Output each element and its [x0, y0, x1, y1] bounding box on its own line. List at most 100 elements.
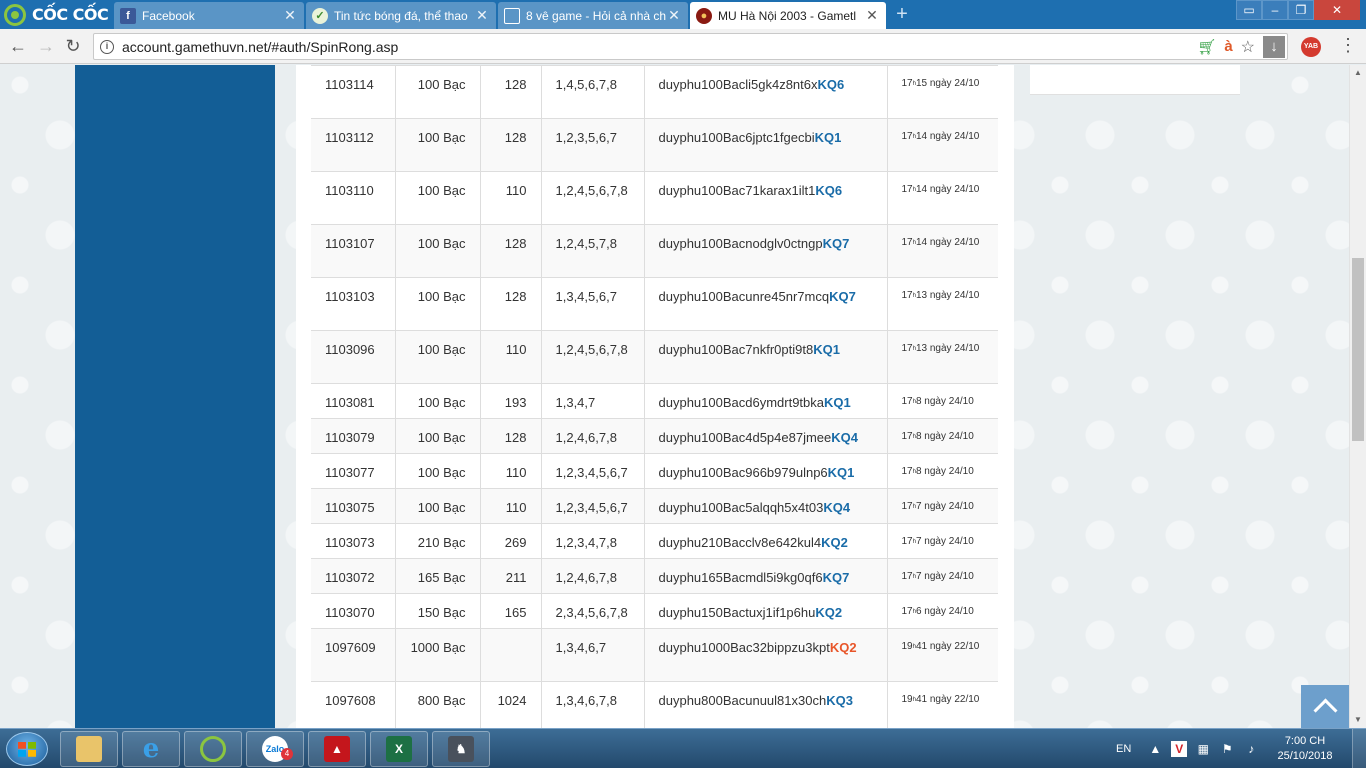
- time-hour: 17: [901, 606, 913, 617]
- spin-history-table: 1103114 100 Bạc 128 1,4,5,6,7,8 duyphu100Bac…: [311, 65, 998, 728]
- menu-icon[interactable]: ⋮: [1338, 35, 1358, 56]
- reload-icon[interactable]: ↻: [62, 35, 84, 57]
- amount-cell: 150 Bạc: [394, 593, 480, 629]
- coccoc-logo-icon: [4, 3, 26, 26]
- yab-extension-icon[interactable]: YAB: [1301, 37, 1321, 57]
- taskbar-coccoc[interactable]: [184, 731, 242, 767]
- time-hour: 17: [901, 466, 913, 477]
- time-hour: 17: [901, 396, 913, 407]
- show-desktop-button[interactable]: [1352, 729, 1366, 768]
- result-link[interactable]: KQ2: [815, 605, 842, 620]
- internet-explorer-icon: e: [142, 734, 160, 764]
- close-tab-icon[interactable]: ✕: [864, 7, 880, 24]
- time-rest: 41 ngày 22/10: [915, 641, 980, 652]
- page-viewport: 1103114 100 Bạc 128 1,4,5,6,7,8 duyphu100Bac…: [0, 65, 1349, 728]
- result-link[interactable]: KQ1: [828, 465, 855, 480]
- result-link[interactable]: KQ6: [815, 183, 842, 198]
- result-link[interactable]: KQ3: [826, 693, 853, 708]
- clock-date: 25/10/2018: [1277, 750, 1333, 762]
- folder-icon: [76, 736, 102, 762]
- site-info-icon[interactable]: i: [100, 39, 114, 54]
- user-switch-icon[interactable]: ▭: [1236, 0, 1262, 20]
- system-clock[interactable]: 7:00 CH 25/10/2018: [1270, 734, 1340, 764]
- scroll-up-arrow-icon[interactable]: ▲: [1350, 65, 1366, 81]
- spin-code-cell: duyphu150Bactuxj1if1p6huKQ2: [643, 593, 887, 629]
- selection-cell: 1,2,4,6,7,8: [540, 558, 644, 594]
- scroll-to-top-button[interactable]: [1301, 685, 1349, 728]
- coccoc-logo[interactable]: CỐC CỐC: [0, 0, 110, 29]
- start-button[interactable]: [6, 732, 48, 766]
- translate-icon[interactable]: à: [1224, 38, 1232, 55]
- taskbar-mu-game[interactable]: ♞: [432, 731, 490, 767]
- taskbar-autocad[interactable]: ▲: [308, 731, 366, 767]
- time-cell: 17h14 ngày 24/10: [886, 224, 998, 278]
- notification-badge: 4: [281, 748, 293, 760]
- transaction-id-cell: 1103081: [311, 383, 395, 419]
- spin-code-text: duyphu100Bac4d5p4e87jmee: [658, 430, 832, 445]
- amount-cell: 100 Bạc: [394, 418, 480, 454]
- time-cell: 17h7 ngày 24/10: [886, 488, 998, 524]
- table-row: 1103096 100 Bạc 110 1,2,4,5,6,7,8 duyphu100B…: [311, 330, 998, 384]
- minimize-icon[interactable]: –: [1262, 0, 1288, 20]
- address-bar[interactable]: i account.gamethuvn.net/#auth/SpinRong.a…: [93, 33, 1288, 60]
- taskbar-zalo[interactable]: Zalo 4: [246, 731, 304, 767]
- taskbar-excel[interactable]: X: [370, 731, 428, 767]
- tab-sports-news[interactable]: ✓ Tin tức bóng đá, thể thao ✕: [306, 2, 496, 29]
- spin-code-cell: duyphu100Bac4d5p4e87jmeeKQ4: [643, 418, 887, 454]
- tab-mu-ha-noi[interactable]: ● MU Hà Nội 2003 - Gametl ✕: [690, 2, 886, 29]
- volume-icon[interactable]: ♪: [1243, 741, 1259, 757]
- table-row: 1103114 100 Bạc 128 1,4,5,6,7,8 duyphu100Bac…: [311, 65, 998, 119]
- antivirus-icon[interactable]: V: [1171, 741, 1188, 757]
- forward-arrow-icon[interactable]: →: [35, 35, 57, 57]
- scroll-down-arrow-icon[interactable]: ▼: [1350, 712, 1366, 728]
- result-link[interactable]: KQ2: [830, 640, 857, 655]
- bookmark-star-icon[interactable]: ☆: [1241, 37, 1255, 57]
- scrollbar-thumb[interactable]: [1352, 258, 1364, 441]
- time-rest: 13 ngày 24/10: [915, 343, 980, 354]
- new-tab-icon[interactable]: +: [892, 4, 912, 24]
- taskbar-explorer[interactable]: [60, 731, 118, 767]
- time-rest: 7 ngày 24/10: [915, 501, 974, 512]
- network-icon[interactable]: ▦: [1195, 741, 1211, 757]
- language-indicator[interactable]: EN: [1116, 743, 1131, 755]
- windows-taskbar: e Zalo 4 ▲ X ♞ EN ▲ V ▦ ⚑ ♪ 7:00 CH 25/1…: [0, 728, 1366, 768]
- maximize-icon[interactable]: ❐: [1288, 0, 1314, 20]
- number-cell: 128: [479, 65, 541, 119]
- time-hour: 17: [901, 571, 913, 582]
- time-cell: 19h41 ngày 22/10: [886, 681, 998, 728]
- close-tab-icon[interactable]: ✕: [474, 7, 490, 24]
- action-center-icon[interactable]: ⚑: [1219, 741, 1235, 757]
- spin-code-text: duyphu1000Bac32bippzu3kpt: [658, 640, 830, 655]
- result-link[interactable]: KQ1: [824, 395, 851, 410]
- result-link[interactable]: KQ7: [823, 570, 850, 585]
- selection-cell: 1,2,4,6,7,8: [540, 418, 644, 454]
- result-link[interactable]: KQ1: [813, 342, 840, 357]
- shopping-cart-icon[interactable]: 🛒︎: [1197, 38, 1216, 56]
- tab-facebook[interactable]: f Facebook ✕: [114, 2, 304, 29]
- result-link[interactable]: KQ6: [818, 77, 845, 92]
- result-link[interactable]: KQ2: [821, 535, 848, 550]
- amount-cell: 100 Bạc: [394, 453, 480, 489]
- close-tab-icon[interactable]: ✕: [282, 7, 298, 24]
- result-link[interactable]: KQ4: [831, 430, 858, 445]
- close-window-icon[interactable]: ✕: [1314, 0, 1360, 20]
- result-link[interactable]: KQ4: [823, 500, 850, 515]
- result-link[interactable]: KQ1: [815, 130, 842, 145]
- result-link[interactable]: KQ7: [823, 236, 850, 251]
- time-hour: 17: [901, 536, 913, 547]
- download-icon[interactable]: ↓: [1263, 35, 1285, 58]
- excel-icon: X: [386, 736, 412, 762]
- taskbar-internet-explorer[interactable]: e: [122, 731, 180, 767]
- tab-title: Facebook: [142, 8, 195, 23]
- tray-expand-icon[interactable]: ▲: [1147, 741, 1163, 757]
- result-link[interactable]: KQ7: [829, 289, 856, 304]
- spin-code-text: duyphu210Bacclv8e642kul4: [658, 535, 822, 550]
- tab-title: Tin tức bóng đá, thể thao: [334, 8, 468, 23]
- tab-8-ve-game[interactable]: 8 vê game - Hỏi cả nhà ch ✕: [498, 2, 688, 29]
- transaction-id-cell: 1103073: [311, 523, 395, 559]
- close-tab-icon[interactable]: ✕: [666, 7, 682, 24]
- url-text[interactable]: account.gamethuvn.net/#auth/SpinRong.asp: [122, 39, 1197, 55]
- vertical-scrollbar[interactable]: ▲ ▼: [1349, 65, 1366, 728]
- back-arrow-icon[interactable]: ←: [7, 35, 29, 57]
- amount-cell: 100 Bạc: [394, 488, 480, 524]
